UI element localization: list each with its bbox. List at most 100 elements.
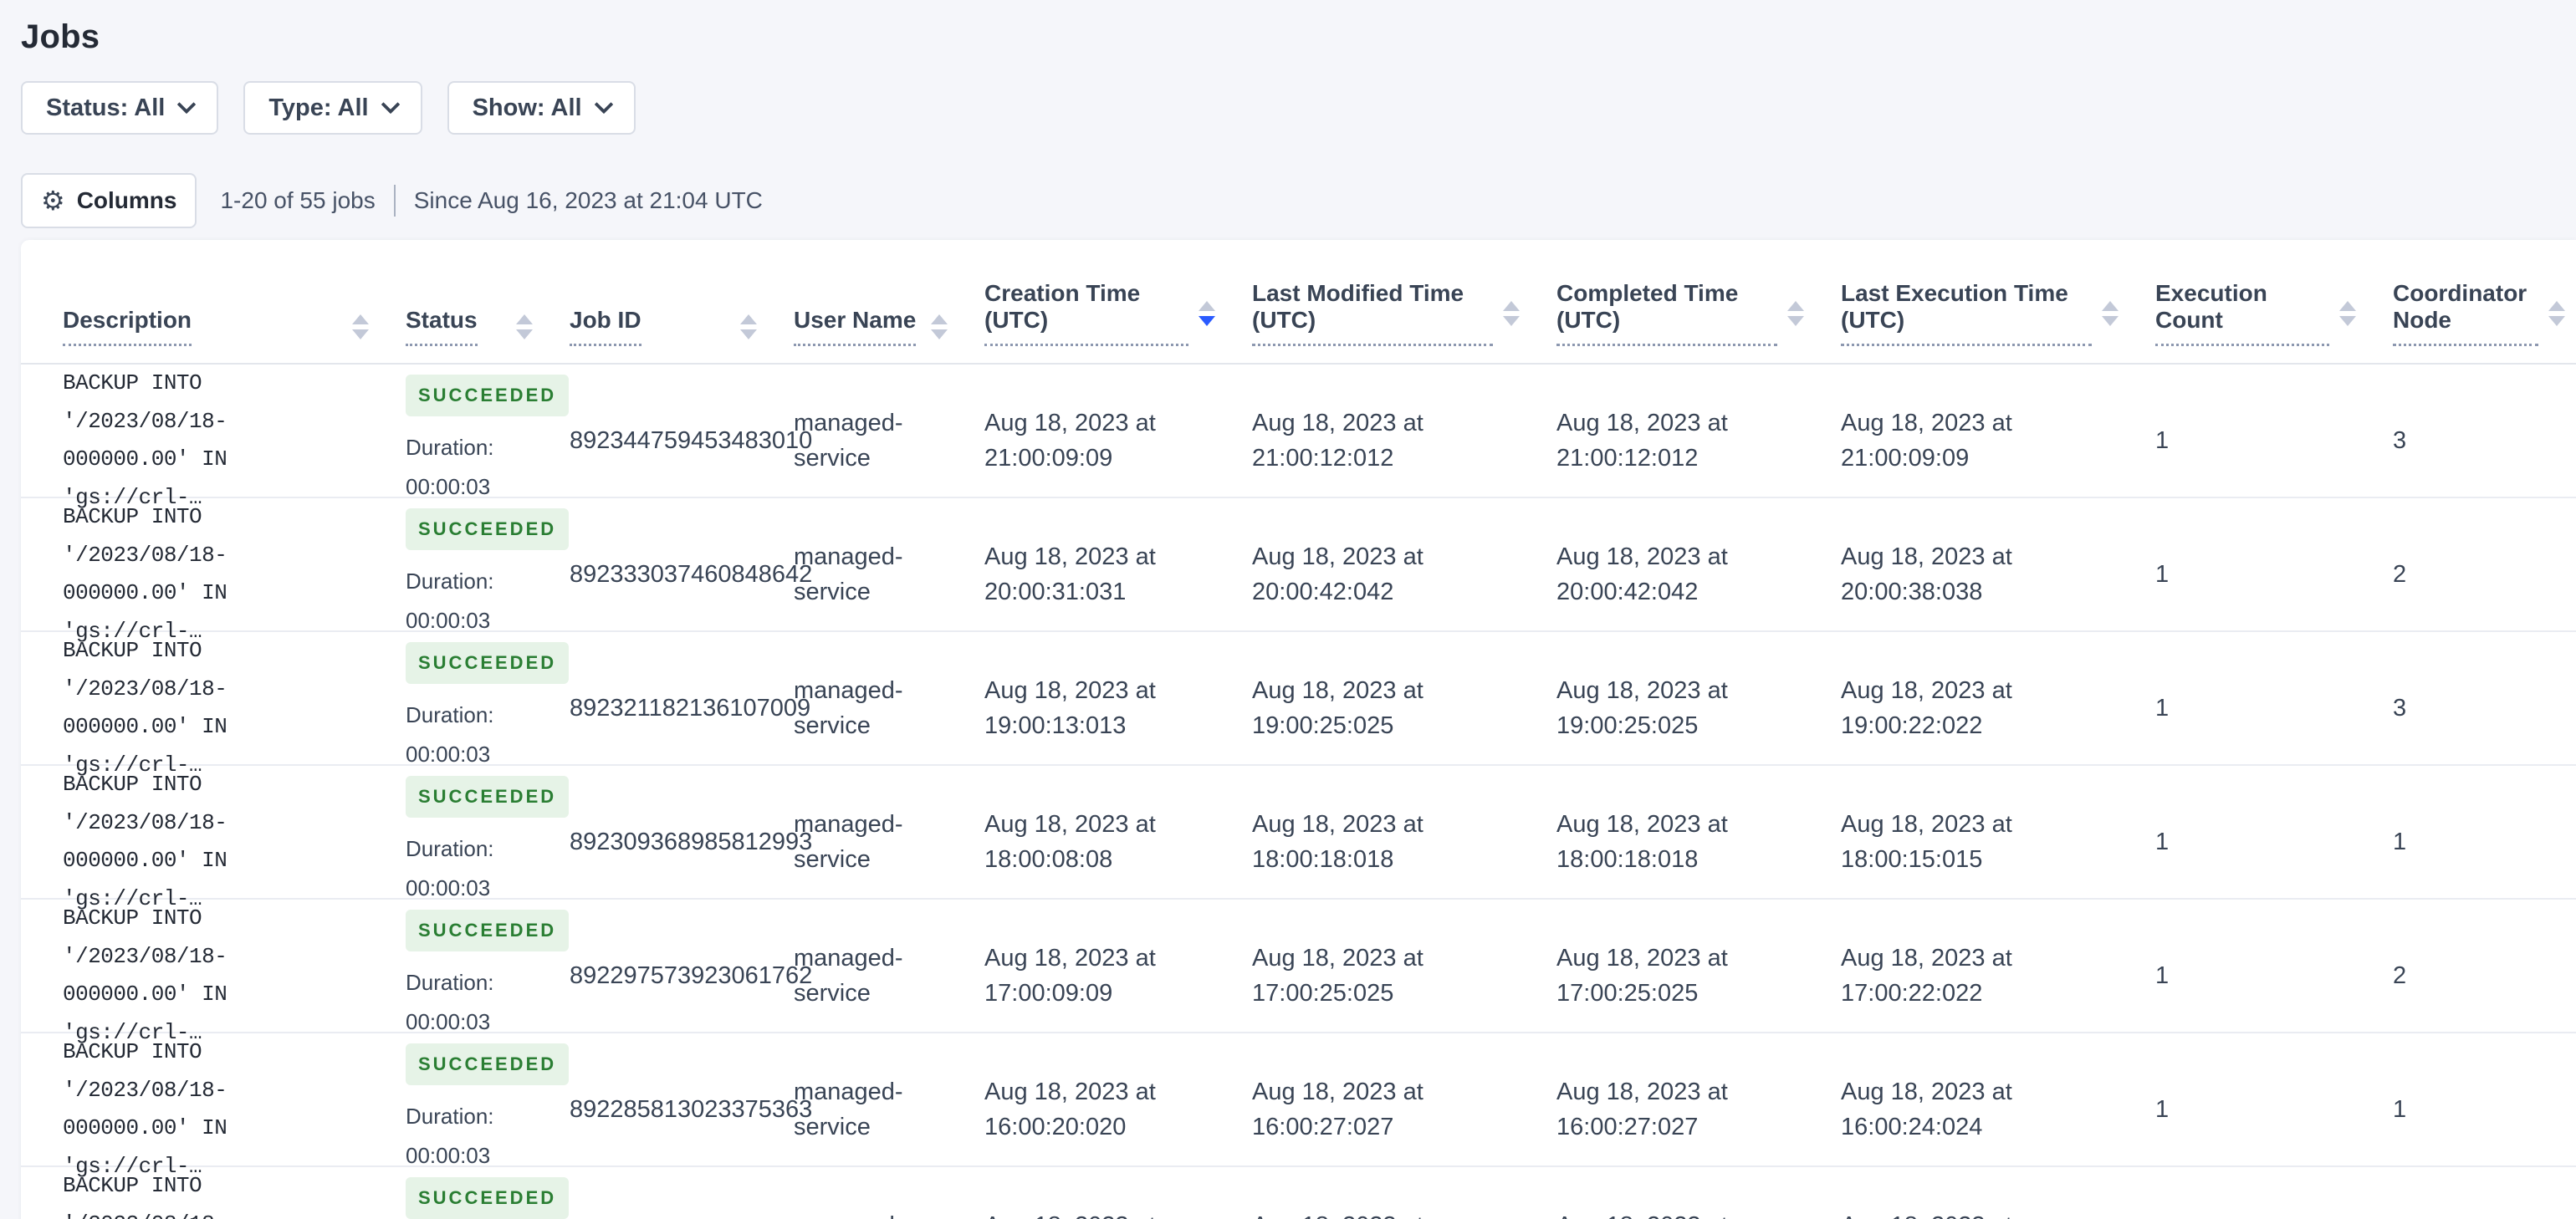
chevron-down-icon [177,94,197,115]
sort-icons[interactable] [2339,300,2356,326]
sort-desc-icon [2339,315,2356,326]
column-header[interactable]: Job ID [570,307,794,346]
job-duration: Duration: 00:00:03 [406,1097,539,1176]
duration-value: 00:00:03 [406,473,491,499]
table-row[interactable]: BACKUP INTO '/2023/08/18- 000000.00' IN … [21,498,2576,644]
column-header[interactable]: Completed Time (UTC) [1556,280,1841,346]
job-status-cell: SUCCEEDED Duration: 00:00:03 [406,1043,570,1175]
sort-asc-icon [1787,300,1804,311]
sort-icons[interactable] [516,314,533,339]
sort-asc-icon [931,314,948,324]
sort-asc-icon [2548,300,2565,311]
job-creation-time: Aug 18, 2023 at 16:00:20:020 [984,1078,1156,1140]
job-description[interactable]: BACKUP INTO '/2023/08/18- 000000.00' IN … [63,365,406,517]
sort-desc-icon [516,329,533,339]
duration-label: Duration: [406,702,494,728]
chevron-down-icon [594,94,613,115]
sort-desc-icon [1199,315,1215,326]
job-description[interactable]: BACKUP INTO '/2023/08/18- 000000.00' IN … [63,632,406,784]
duration-label: Duration: [406,569,494,594]
sort-asc-icon [740,314,757,324]
job-coordinator-node: 2 [2393,560,2407,588]
job-last-modified-time: Aug 18, 2023 at 16:00:27:027 [1252,1078,1423,1140]
column-header[interactable]: Coordinator Node [2393,280,2576,346]
sort-desc-icon [1787,315,1804,326]
job-status-cell: SUCCEEDED Duration: 00:00:03 [406,508,570,640]
duration-value: 00:00:03 [406,1008,491,1034]
sort-icons[interactable] [1503,300,1520,326]
sort-asc-icon [2339,300,2356,311]
filter-dropdown[interactable]: Show: All [447,81,636,135]
sort-icons[interactable] [352,314,369,339]
column-header-label: Description [63,307,192,346]
job-duration: Duration: 00:00:03 [406,696,539,774]
sort-desc-icon [2102,315,2119,326]
job-creation-time: Aug 18, 2023 at 19:00:13:013 [984,676,1156,739]
column-header[interactable]: Description [63,307,406,346]
job-id: 892297573923061762 [570,961,813,989]
job-last-execution-time: Aug 18, 2023 at 18:00:15:015 [1841,810,2012,873]
column-header[interactable]: Last Execution Time (UTC) [1841,280,2155,346]
job-id: 892321182136107009 [570,694,811,722]
column-header-label: Execution Count [2155,280,2329,346]
sort-icons[interactable] [931,314,948,339]
table-row[interactable]: BACKUP INTO '/2023/08/18- 000000.00' IN … [21,365,2576,510]
duration-label: Duration: [406,435,494,461]
job-coordinator-node: 1 [2393,828,2407,855]
job-description[interactable]: BACKUP INTO '/2023/08/18- 000000.00' IN … [63,1167,406,1219]
filter-dropdown[interactable]: Type: All [243,81,422,135]
job-user-name: managed-service [794,944,903,1007]
job-last-modified-time: Aug 18, 2023 at 21:00:12:012 [1252,409,1423,472]
filter-dropdown[interactable]: Status: All [21,81,219,135]
table-row[interactable]: BACKUP INTO '/2023/08/18- 000000.00' IN … [21,632,2576,778]
job-last-execution-time: Aug 18, 2023 at 20:00:38:038 [1841,543,2012,605]
sort-icons[interactable] [2548,300,2565,326]
job-description[interactable]: BACKUP INTO '/2023/08/18- 000000.00' IN … [63,1033,406,1186]
sort-asc-icon [352,314,369,324]
jobs-table-body: BACKUP INTO '/2023/08/18- 000000.00' IN … [21,365,2576,1219]
column-header-label: Last Modified Time (UTC) [1252,280,1493,346]
sort-asc-icon [2102,300,2119,311]
table-row[interactable]: BACKUP INTO '/2023/08/18- 000000.00' IN … [21,900,2576,1045]
column-header[interactable]: Last Modified Time (UTC) [1252,280,1556,346]
sort-asc-icon [1199,300,1215,311]
table-row[interactable]: BACKUP INTO '/2023/08/18- 000000.00' IN … [21,1033,2576,1179]
job-duration: Duration: 00:00:03 [406,562,539,640]
job-last-modified-time: Aug 18, 2023 at 20:00:42:042 [1252,543,1423,605]
sort-icons[interactable] [1787,300,1804,326]
job-creation-time: Aug 18, 2023 at 15:00:00:00 [984,1208,1252,1219]
job-execution-count: 1 [2155,828,2170,855]
job-last-modified-time: Aug 18, 2023 at 19:00:25:025 [1252,676,1423,739]
jobs-since-text: Since Aug 16, 2023 at 21:04 UTC [413,187,763,213]
table-toolbar: ⚙ Columns 1-20 of 55 jobs Since Aug 16, … [21,173,2576,228]
sort-icons[interactable] [740,314,757,339]
job-coordinator-node: 1 [2393,1095,2407,1123]
duration-label: Duration: [406,836,494,862]
column-header[interactable]: Status [406,307,570,346]
page-header: Jobs Status: All Type: All Show: All ⚙ C… [0,0,2576,228]
job-execution-count: 1 [2155,426,2170,454]
sort-icons[interactable] [1199,300,1215,326]
job-description[interactable]: BACKUP INTO '/2023/08/18- 000000.00' IN … [63,498,406,650]
table-row[interactable]: BACKUP INTO '/2023/08/18- 000000.00' IN … [21,766,2576,911]
column-header[interactable]: Creation Time (UTC) [984,280,1252,346]
job-description[interactable]: BACKUP INTO '/2023/08/18- 000000.00' IN … [63,900,406,1052]
status-badge: SUCCEEDED [406,1177,570,1219]
page-title: Jobs [21,18,100,55]
sort-asc-icon [1503,300,1520,311]
column-header[interactable]: Execution Count [2155,280,2393,346]
job-completed-time: Aug 18, 2023 at 17:00:25:025 [1556,944,1728,1007]
column-header-label: Coordinator Node [2393,280,2538,346]
duration-value: 00:00:03 [406,1142,491,1168]
job-creation-time: Aug 18, 2023 at 21:00:09:09 [984,409,1156,472]
divider [393,185,396,217]
job-coordinator-node: 2 [2393,961,2407,989]
columns-button[interactable]: ⚙ Columns [21,173,197,228]
job-coordinator-node: 3 [2393,694,2407,722]
job-description[interactable]: BACKUP INTO '/2023/08/18- 000000.00' IN … [63,766,406,918]
column-header[interactable]: User Name [794,307,984,346]
sort-icons[interactable] [2102,300,2119,326]
job-status-cell: SUCCEEDED Duration: 00:00:03 [406,776,570,907]
table-row[interactable]: BACKUP INTO '/2023/08/18- 000000.00' IN … [21,1167,2576,1219]
job-last-execution-time: Aug 18, 2023 at 16:00:24:024 [1841,1078,2012,1140]
